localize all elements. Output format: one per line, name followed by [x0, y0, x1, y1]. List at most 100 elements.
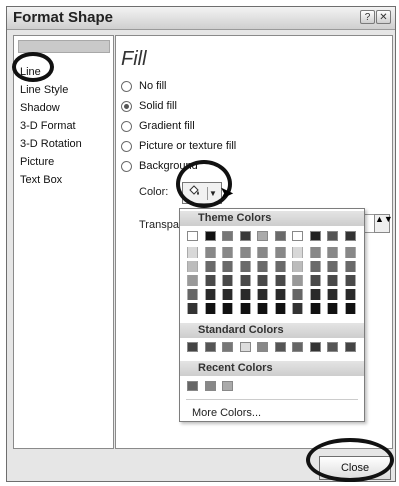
theme-shade-swatch[interactable] — [274, 303, 286, 314]
dialog-title: Format Shape — [13, 9, 114, 26]
theme-shade-swatch[interactable] — [187, 247, 198, 258]
standard-color-swatch[interactable] — [204, 342, 216, 352]
sidebar-item-text-box[interactable]: Text Box — [20, 174, 62, 186]
standard-color-swatch[interactable] — [327, 342, 338, 352]
recent-colors-header: Recent Colors — [180, 361, 364, 376]
theme-color-swatch[interactable] — [187, 231, 198, 241]
sidebar-item-picture[interactable]: Picture — [20, 156, 54, 168]
theme-shade-swatch[interactable] — [204, 247, 216, 258]
theme-shade-swatch[interactable] — [239, 303, 251, 314]
theme-shade-swatch[interactable] — [187, 289, 198, 300]
theme-shade-swatch[interactable] — [292, 275, 303, 286]
theme-color-swatch[interactable] — [222, 231, 233, 241]
theme-shade-swatch[interactable] — [274, 289, 286, 300]
theme-shade-swatch[interactable] — [344, 247, 356, 258]
theme-shade-swatch[interactable] — [344, 289, 356, 300]
help-button[interactable]: ? — [360, 10, 375, 24]
theme-shade-swatch[interactable] — [292, 261, 303, 272]
theme-shade-swatch[interactable] — [344, 261, 356, 272]
theme-shade-swatch[interactable] — [204, 261, 216, 272]
radio-no-fill[interactable] — [121, 81, 132, 92]
standard-color-swatch[interactable] — [222, 342, 233, 352]
theme-shade-swatch[interactable] — [239, 289, 251, 300]
sidebar-item-line-style[interactable]: Line Style — [20, 84, 68, 96]
theme-shade-swatch[interactable] — [239, 247, 251, 258]
theme-shade-swatch[interactable] — [257, 261, 268, 272]
theme-shade-swatch[interactable] — [257, 303, 268, 314]
theme-shade-swatch[interactable] — [327, 303, 338, 314]
recent-color-swatch[interactable] — [187, 381, 198, 391]
sidebar-item-3d-rotation[interactable]: 3-D Rotation — [20, 138, 82, 150]
radio-picture-fill[interactable] — [121, 141, 132, 152]
color-label: Color: — [139, 186, 169, 198]
theme-shade-swatch[interactable] — [309, 275, 321, 286]
theme-shade-swatch[interactable] — [327, 247, 338, 258]
sidebar-item-shadow[interactable]: Shadow — [20, 102, 60, 114]
theme-shade-swatch[interactable] — [309, 303, 321, 314]
theme-shade-swatch[interactable] — [239, 275, 251, 286]
theme-shade-swatch[interactable] — [257, 247, 268, 258]
recent-color-swatch[interactable] — [204, 381, 216, 391]
theme-shade-swatch[interactable] — [274, 247, 286, 258]
standard-color-swatch[interactable] — [239, 342, 251, 352]
theme-shade-swatch[interactable] — [327, 275, 338, 286]
transparency-spinner[interactable]: ▲▼ — [374, 214, 393, 233]
theme-shade-swatch[interactable] — [292, 289, 303, 300]
theme-color-swatch[interactable] — [204, 231, 216, 241]
option-label[interactable]: No fill — [139, 80, 167, 92]
theme-shade-swatch[interactable] — [274, 261, 286, 272]
theme-shade-swatch[interactable] — [309, 261, 321, 272]
theme-shade-swatch[interactable] — [204, 303, 216, 314]
theme-shade-swatch[interactable] — [222, 261, 233, 272]
format-shape-dialog: Format Shape ? ✕ Fill Line Line Style Sh… — [6, 6, 396, 482]
standard-colors-header: Standard Colors — [180, 323, 364, 338]
option-label[interactable]: Solid fill — [139, 100, 177, 112]
theme-shade-swatch[interactable] — [222, 289, 233, 300]
theme-shade-swatch[interactable] — [344, 275, 356, 286]
sidebar-item-fill[interactable]: Fill — [20, 40, 34, 52]
radio-solid-fill[interactable] — [121, 101, 132, 112]
theme-shade-swatch[interactable] — [222, 303, 233, 314]
standard-color-swatch[interactable] — [292, 342, 303, 352]
theme-color-swatch[interactable] — [327, 231, 338, 241]
theme-shade-swatch[interactable] — [327, 289, 338, 300]
theme-shade-swatch[interactable] — [274, 275, 286, 286]
theme-color-swatch[interactable] — [292, 231, 303, 241]
theme-shade-swatch[interactable] — [187, 275, 198, 286]
standard-color-swatch[interactable] — [187, 342, 198, 352]
theme-shade-swatch[interactable] — [204, 289, 216, 300]
standard-color-swatch[interactable] — [257, 342, 268, 352]
radio-background-fill[interactable] — [121, 161, 132, 172]
radio-gradient-fill[interactable] — [121, 121, 132, 132]
theme-shade-swatch[interactable] — [257, 289, 268, 300]
theme-shade-swatch[interactable] — [292, 247, 303, 258]
standard-color-swatch[interactable] — [309, 342, 321, 352]
theme-shade-swatch[interactable] — [222, 275, 233, 286]
more-colors-link[interactable]: More Colors... — [192, 407, 261, 419]
theme-shade-swatch[interactable] — [204, 275, 216, 286]
option-label[interactable]: Gradient fill — [139, 120, 195, 132]
close-icon[interactable]: ✕ — [376, 10, 391, 24]
color-palette-dropdown: Theme Colors Standard Colors Recent Colo… — [179, 208, 365, 422]
theme-shade-swatch[interactable] — [309, 289, 321, 300]
theme-shade-swatch[interactable] — [327, 261, 338, 272]
option-label[interactable]: Picture or texture fill — [139, 140, 236, 152]
theme-shade-swatch[interactable] — [257, 275, 268, 286]
theme-shade-swatch[interactable] — [187, 303, 198, 314]
theme-shade-swatch[interactable] — [222, 247, 233, 258]
theme-shade-swatch[interactable] — [292, 303, 303, 314]
theme-color-swatch[interactable] — [274, 231, 286, 241]
theme-shade-swatch[interactable] — [239, 261, 251, 272]
transparency-input[interactable] — [364, 214, 374, 233]
theme-color-swatch[interactable] — [257, 231, 268, 241]
theme-color-swatch[interactable] — [344, 231, 356, 241]
theme-shade-swatch[interactable] — [344, 303, 356, 314]
standard-color-swatch[interactable] — [274, 342, 286, 352]
sidebar-item-3d-format[interactable]: 3-D Format — [20, 120, 76, 132]
standard-color-swatch[interactable] — [344, 342, 356, 352]
recent-color-swatch[interactable] — [222, 381, 233, 391]
theme-color-swatch[interactable] — [309, 231, 321, 241]
theme-color-swatch[interactable] — [239, 231, 251, 241]
theme-shade-swatch[interactable] — [309, 247, 321, 258]
theme-shade-swatch[interactable] — [187, 261, 198, 272]
